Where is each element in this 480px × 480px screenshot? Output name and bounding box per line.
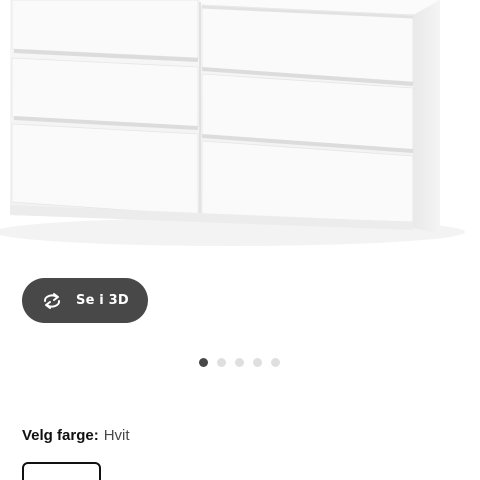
gallery-dot-4[interactable] [253,358,262,367]
dresser-illustration [0,0,465,246]
gallery-dot-2[interactable] [217,358,226,367]
rotate-3d-icon [40,289,64,313]
color-swatch-white[interactable] [22,462,101,480]
color-selector-heading: Velg farge: Hvit [22,427,130,444]
gallery-dot-5[interactable] [271,358,280,367]
selected-color: Hvit [103,427,130,444]
gallery-dot-3[interactable] [235,358,244,367]
gallery-pagination [199,358,280,367]
product-image[interactable] [0,0,480,270]
color-label: Velg farge: [22,427,99,444]
gallery-dot-1[interactable] [199,358,208,367]
view-in-3d-label: Se i 3D [76,293,129,308]
view-in-3d-button[interactable]: Se i 3D [22,278,148,323]
